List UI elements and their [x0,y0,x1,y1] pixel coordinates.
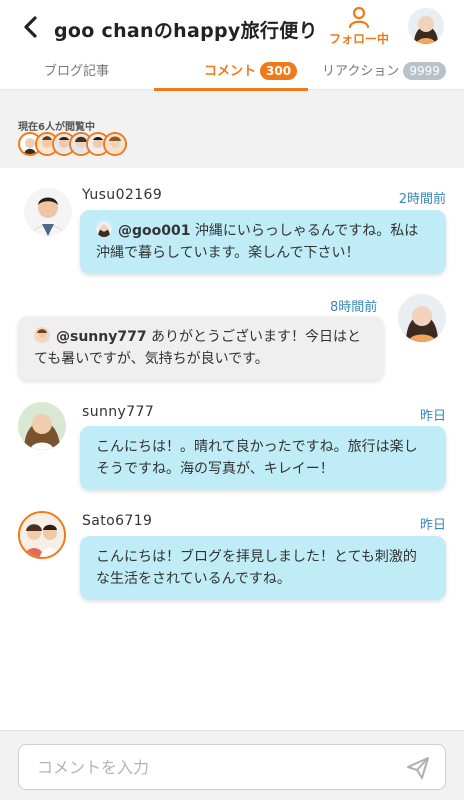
comments-list: Yusu02169 2時間前 @goo001 沖縄にいらっしゃるんですね。私は沖… [0,168,464,730]
comment-count-badge: 300 [260,61,298,80]
chevron-left-icon [24,16,37,38]
mention-link[interactable]: @goo001 [118,223,190,239]
reaction-count-badge: 9999 [403,61,446,80]
viewers-label: 現在6人が閲覧中 [18,122,95,133]
mention-avatar [96,221,112,237]
commenter-avatar[interactable] [24,188,72,236]
commenter-avatar[interactable] [18,511,66,559]
viewers-panel: 現在6人が閲覧中 [0,110,464,168]
commenter-name[interactable]: Yusu02169 [82,187,162,203]
tab-label: コメント [204,64,257,79]
tab-reactions[interactable]: リアクション 9999 [322,54,446,90]
tab-label: リアクション [322,64,400,79]
profile-avatar[interactable] [408,8,444,44]
active-tab-indicator [154,88,308,91]
avatar-image [24,188,72,236]
comment-bubble: こんにちは！ブログを拝見しました！とても刺激的な生活をされているんですね。 [80,536,446,600]
app-header: goo chanのhappy旅行便り フォロー中 [0,0,464,54]
avatar-image [20,513,64,557]
comment-time: 2時間前 [398,192,446,207]
avatar-image [18,402,66,450]
mention-link[interactable]: @sunny777 [56,329,147,345]
avatar-image [398,294,446,342]
page-title: goo chanのhappy旅行便り [54,20,318,42]
comment-input-box [18,744,446,790]
commenter-name[interactable]: Sato6719 [82,513,152,529]
viewer-avatar [103,132,127,156]
mention-avatar [34,327,50,343]
avatar-image [408,8,444,44]
comment-time: 昨日 [419,518,446,533]
comment-input[interactable] [37,745,397,789]
send-button[interactable] [405,755,431,781]
owner-avatar[interactable] [398,294,446,342]
follow-button[interactable]: フォロー中 [322,6,396,48]
comment-time: 昨日 [419,409,446,424]
tab-bar: ブログ記事 コメント 300 リアクション 9999 [0,54,464,91]
comment-bubble: @goo001 沖縄にいらっしゃるんですね。私は沖縄で暮らしています。楽しんで下… [80,210,446,274]
commenter-avatar[interactable] [18,402,66,450]
tab-comments[interactable]: コメント 300 [204,54,298,90]
commenter-name[interactable]: sunny777 [82,404,154,420]
tab-blog-posts[interactable]: ブログ記事 [44,54,109,90]
paper-plane-icon [407,757,429,779]
tab-label: ブログ記事 [44,64,110,79]
back-button[interactable] [18,14,44,40]
comment-time: 8時間前 [330,300,378,315]
comment-bubble: @sunny777 ありがとうございます！今日はとても暑いですが、気持ちが良いで… [18,316,384,380]
person-icon [348,6,370,28]
comment-composer [0,730,464,800]
comment-bubble: こんにちは！。晴れて良かったですね。旅行は楽しそうですね。海の写真が、キレイー！ [80,426,446,490]
follow-label: フォロー中 [328,32,389,46]
